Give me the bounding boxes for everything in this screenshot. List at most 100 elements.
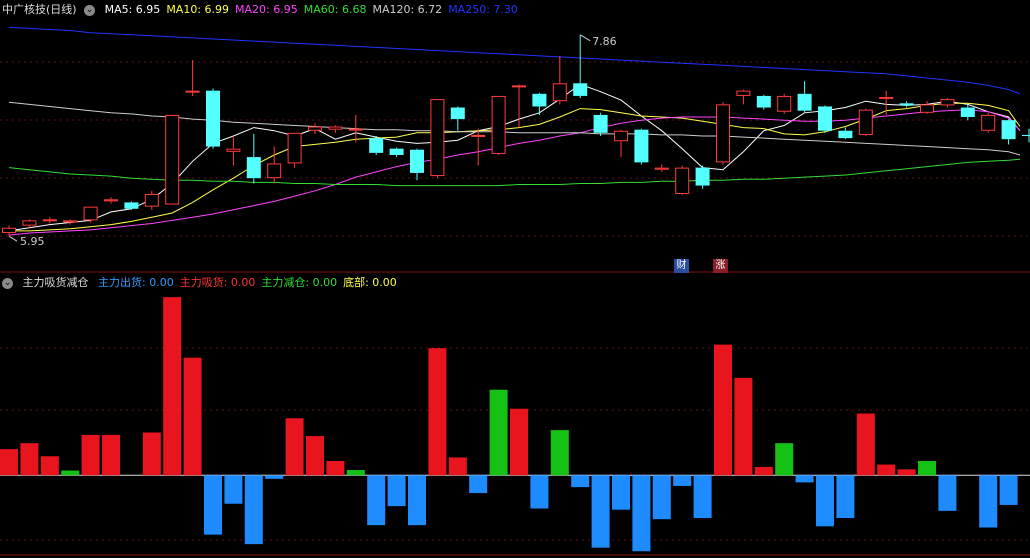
candle: [777, 93, 792, 114]
candle-body: [858, 109, 873, 135]
candle: [1001, 119, 1016, 145]
indicator-legend-item: 主力减仓: 0.00: [261, 276, 338, 289]
indicator-bar: [326, 461, 345, 476]
candle: [634, 128, 649, 165]
candle-body: [634, 129, 649, 163]
indicator-bar: [591, 475, 610, 548]
candle-body: [920, 104, 934, 113]
indicator-menu-icon[interactable]: ⌄: [2, 277, 13, 289]
candle-body: [899, 103, 914, 106]
candle-body: [104, 199, 118, 202]
candle: [410, 148, 424, 181]
candle: [104, 197, 118, 204]
candlesticks: [2, 34, 1030, 237]
indicator-bar: [163, 297, 182, 476]
indicator-bar: [489, 389, 508, 476]
indicator-bar: [510, 408, 528, 476]
stock-title: 中广核技(日线): [2, 3, 77, 16]
indicator-bar: [877, 464, 896, 476]
candle-body: [144, 194, 159, 207]
candle: [940, 98, 955, 108]
candle: [471, 128, 486, 166]
indicator-bar: [387, 475, 406, 507]
candle-body: [818, 106, 832, 131]
indicator-bar: [754, 466, 773, 476]
rise-badge[interactable]: 涨: [713, 259, 728, 273]
ma-legend-item: MA250: 7.30: [448, 3, 518, 16]
candle: [818, 105, 832, 133]
high-price-label: 7.86: [592, 35, 617, 48]
indicator-bar: [652, 475, 671, 520]
indicator-bar: [999, 475, 1018, 505]
indicator-bar: [265, 475, 284, 479]
candle-body: [593, 114, 608, 133]
indicator-bar: [81, 434, 100, 476]
candle: [695, 165, 710, 189]
candle: [614, 129, 628, 158]
candle-body: [777, 95, 792, 112]
indicator-bar: [714, 344, 732, 476]
indicator-bar: [142, 432, 161, 476]
candle: [797, 81, 812, 113]
candle-body: [2, 227, 16, 234]
candle-body: [552, 83, 567, 102]
candle: [328, 125, 343, 133]
candle-body: [267, 163, 282, 179]
candle-body: [838, 130, 853, 139]
indicator-legend-item: 底部: 0.00: [343, 276, 397, 289]
indicator-bar: [938, 475, 957, 511]
candle-body: [675, 167, 690, 195]
indicator-bar: [856, 413, 875, 476]
candle-body: [1022, 134, 1030, 136]
low-price-label: 5.95: [20, 235, 45, 248]
candle-body: [797, 93, 812, 111]
ma-legend: MA5: 6.95 MA10: 6.99 MA20: 6.95 MA60: 6.68 M…: [105, 3, 524, 16]
candle: [675, 165, 690, 196]
candle-body: [1001, 120, 1016, 140]
ma-legend-item: MA10: 6.99: [166, 3, 230, 16]
indicator-bar: [795, 475, 814, 483]
candle-body: [63, 220, 78, 223]
candle: [348, 114, 363, 143]
candle-body: [471, 134, 486, 137]
candle-body: [430, 99, 445, 177]
candle-body: [42, 219, 57, 222]
settings-circle-icon[interactable]: ⌄: [84, 4, 96, 16]
high-marker-line: [579, 34, 591, 42]
indicator-bar: [632, 475, 651, 552]
candle-body: [491, 95, 506, 154]
candle-body: [124, 202, 139, 209]
indicator-bar: [816, 475, 834, 527]
candle: [83, 206, 98, 223]
ma-legend-item: MA5: 6.95: [104, 3, 161, 16]
indicator-bar: [734, 377, 753, 476]
ma-line-ma250: [8, 26, 1021, 95]
candle: [899, 101, 914, 108]
indicator-bar: [408, 475, 426, 526]
candle-body: [573, 83, 588, 96]
candle: [206, 88, 220, 149]
finance-badge[interactable]: 财: [674, 259, 689, 273]
candle-body: [165, 114, 180, 205]
candle-body: [879, 96, 894, 100]
candle-body: [654, 167, 669, 170]
candle-body: [736, 90, 751, 96]
candle: [532, 92, 547, 115]
indicator-bar: [306, 436, 324, 476]
candle: [491, 95, 506, 155]
candle-body: [328, 126, 343, 130]
candle-body: [716, 104, 730, 163]
candle-body: [226, 148, 241, 152]
candle: [593, 112, 608, 136]
indicator-legend: 主力出货: 0.00 主力吸货: 0.00 主力减仓: 0.00 底部: 0.00: [98, 276, 403, 289]
candle-body: [22, 220, 37, 226]
candle: [22, 219, 37, 228]
candle-body: [246, 157, 261, 179]
candle: [552, 55, 567, 105]
indicator-legend-item: 主力出货: 0.00: [98, 276, 174, 289]
candle-body: [960, 107, 975, 118]
candle: [185, 60, 200, 96]
indicator-bar: [367, 475, 386, 526]
candle: [981, 112, 996, 133]
candle: [450, 106, 465, 131]
